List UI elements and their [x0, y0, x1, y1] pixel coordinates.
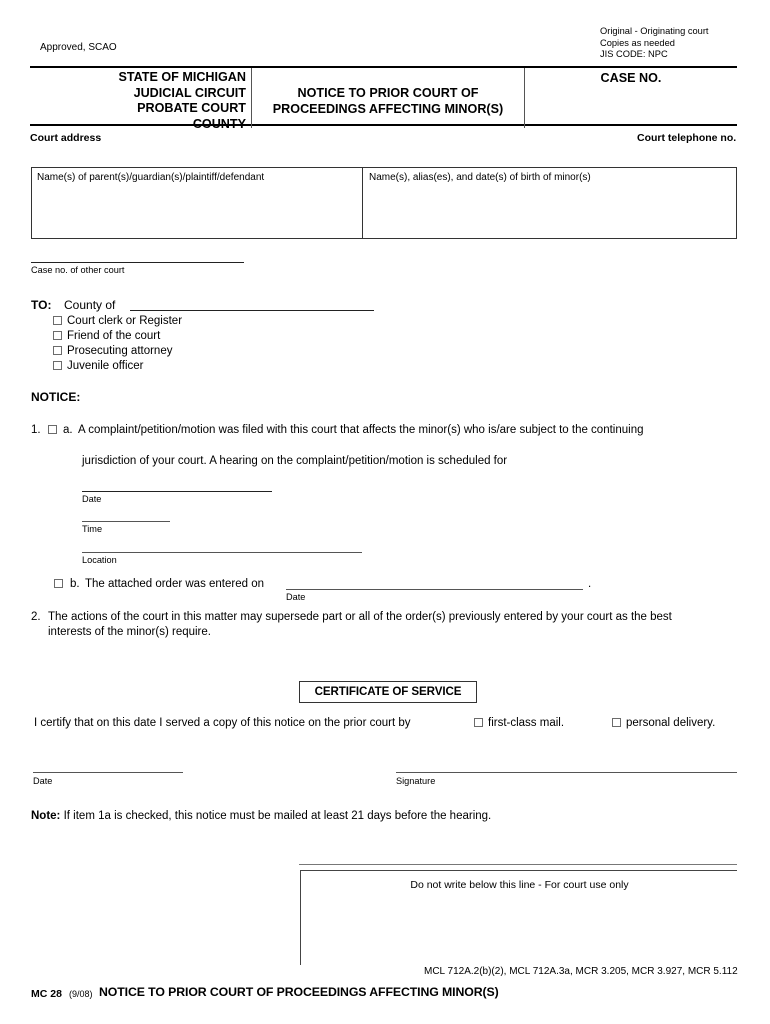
legal-citations: MCL 712A.2(b)(2), MCL 712A.3a, MCR 3.205… — [424, 966, 738, 977]
checkbox-row-juvenile-officer[interactable]: Juvenile officer — [53, 359, 144, 375]
item-1a-letter: a. — [63, 424, 73, 436]
order-entered-date-caption: Date — [286, 592, 306, 602]
hearing-location-input-line[interactable] — [82, 552, 362, 553]
item-2-text-line-2: interests of the minor(s) require. — [48, 626, 211, 638]
court-telephone-label: Court telephone no. — [637, 132, 737, 144]
checkbox-label-personal-delivery: personal delivery. — [626, 717, 716, 729]
signature-caption: Signature — [396, 776, 436, 786]
court-address-label: Court address — [30, 132, 102, 144]
to-label: TO: — [31, 298, 52, 312]
checkbox-label-court-clerk: Court clerk or Register — [67, 315, 183, 327]
signature-input-line[interactable] — [396, 772, 737, 773]
distribution-block: Original - Originating court Copies as n… — [600, 26, 770, 61]
distribution-line-original: Original - Originating court — [600, 26, 709, 36]
hearing-time-input-line[interactable] — [82, 521, 170, 522]
form-title-line-2: PROCEEDINGS AFFECTING MINOR(S) — [272, 102, 504, 116]
minor-names-label: Name(s), alias(es), and date(s) of birth… — [369, 172, 591, 183]
court-identification-cell: STATE OF MICHIGAN JUDICIAL CIRCUIT PROBA… — [30, 68, 252, 131]
county-of-label: County of — [64, 298, 116, 312]
checkbox-item-1a-icon[interactable] — [48, 425, 57, 434]
checkbox-item-1b-icon[interactable] — [54, 579, 63, 588]
form-header-table: STATE OF MICHIGAN JUDICIAL CIRCUIT PROBA… — [30, 66, 737, 131]
form-title-line-1: NOTICE TO PRIOR COURT OF — [297, 86, 479, 100]
item-1a-text-line-1: A complaint/petition/motion was filed wi… — [78, 424, 644, 436]
checkbox-row-personal-delivery[interactable]: personal delivery. — [612, 716, 715, 732]
county-label: COUNTY — [192, 116, 246, 131]
checkbox-personal-delivery-icon[interactable] — [612, 718, 621, 727]
party-names-table: Name(s) of parent(s)/guardian(s)/plainti… — [31, 167, 737, 239]
checkbox-juvenile-officer-icon[interactable] — [53, 361, 62, 370]
certificate-of-service-heading: CERTIFICATE OF SERVICE — [314, 685, 462, 698]
state-of-michigan-label: STATE OF MICHIGAN — [118, 70, 246, 84]
checkbox-row-first-class-mail[interactable]: first-class mail. — [474, 716, 564, 732]
form-title-cell: NOTICE TO PRIOR COURT OF PROCEEDINGS AFF… — [252, 68, 525, 128]
item-1b-text: The attached order was entered on — [85, 578, 265, 590]
checkbox-row-court-clerk[interactable]: Court clerk or Register — [53, 314, 182, 330]
checkbox-friend-of-court-icon[interactable] — [53, 331, 62, 340]
checkbox-first-class-mail-icon[interactable] — [474, 718, 483, 727]
other-court-case-no-label: Case no. of other court — [31, 265, 125, 275]
hearing-location-caption: Location — [82, 555, 117, 565]
form-revision-date: (9/08) — [69, 989, 93, 999]
form-page: Original - Originating court Copies as n… — [0, 0, 770, 1024]
court-use-top-rule — [299, 864, 737, 865]
judicial-circuit-label: JUDICIAL CIRCUIT — [133, 85, 246, 100]
other-court-case-no-line[interactable] — [31, 262, 244, 263]
parent-guardian-names-field[interactable]: Name(s) of parent(s)/guardian(s)/plainti… — [32, 168, 363, 238]
item-2-number: 2. — [31, 611, 41, 623]
checkbox-court-clerk-icon[interactable] — [53, 316, 62, 325]
note-text: If item 1a is checked, this notice must … — [63, 810, 492, 822]
approved-scao-label: Approved, SCAO — [40, 42, 117, 53]
checkbox-label-first-class-mail: first-class mail. — [488, 717, 565, 729]
distribution-line-jiscode: JIS CODE: NPC — [600, 49, 668, 60]
item-1b-letter: b. — [70, 578, 80, 590]
checkbox-label-prosecuting-attorney: Prosecuting attorney — [67, 345, 173, 357]
checkbox-row-friend-of-court[interactable]: Friend of the court — [53, 329, 160, 345]
case-no-label: CASE NO. — [600, 71, 662, 85]
item-1a-text-line-2: jurisdiction of your court. A hearing on… — [82, 455, 508, 467]
checkbox-row-prosecuting-attorney[interactable]: Prosecuting attorney — [53, 344, 172, 360]
checkbox-prosecuting-attorney-icon[interactable] — [53, 346, 62, 355]
service-date-caption: Date — [33, 776, 53, 786]
item-1b-period: . — [588, 578, 592, 590]
checkbox-label-friend-of-court: Friend of the court — [67, 330, 161, 342]
parent-guardian-names-label: Name(s) of parent(s)/guardian(s)/plainti… — [37, 172, 265, 183]
notice-heading: NOTICE: — [31, 390, 81, 404]
footer-form-title: NOTICE TO PRIOR COURT OF PROCEEDINGS AFF… — [99, 985, 499, 999]
county-of-input-line[interactable] — [130, 310, 374, 311]
hearing-date-input-line[interactable] — [82, 491, 272, 492]
court-use-only-label: Do not write below this line - For court… — [410, 879, 629, 891]
note-label: Note: — [31, 810, 61, 822]
hearing-time-caption: Time — [82, 524, 103, 534]
item-1-number: 1. — [31, 424, 41, 436]
distribution-line-copies: Copies as needed — [600, 37, 675, 48]
probate-court-label: PROBATE COURT — [137, 101, 246, 115]
item-2-text-line-1: The actions of the court in this matter … — [48, 611, 672, 623]
hearing-date-caption: Date — [82, 494, 102, 504]
minor-names-field[interactable]: Name(s), alias(es), and date(s) of birth… — [363, 168, 738, 238]
form-number: MC 28 — [31, 988, 62, 1000]
case-number-cell[interactable]: CASE NO. — [525, 68, 737, 128]
certification-statement: I certify that on this date I served a c… — [34, 717, 411, 729]
certificate-of-service-heading-box: CERTIFICATE OF SERVICE — [299, 681, 477, 703]
order-entered-date-input-line[interactable] — [286, 589, 583, 590]
checkbox-label-juvenile-officer: Juvenile officer — [67, 360, 144, 372]
service-date-input-line[interactable] — [33, 772, 183, 773]
court-use-only-box: Do not write below this line - For court… — [300, 870, 737, 965]
note-block: Note: If item 1a is checked, this notice… — [31, 809, 491, 824]
